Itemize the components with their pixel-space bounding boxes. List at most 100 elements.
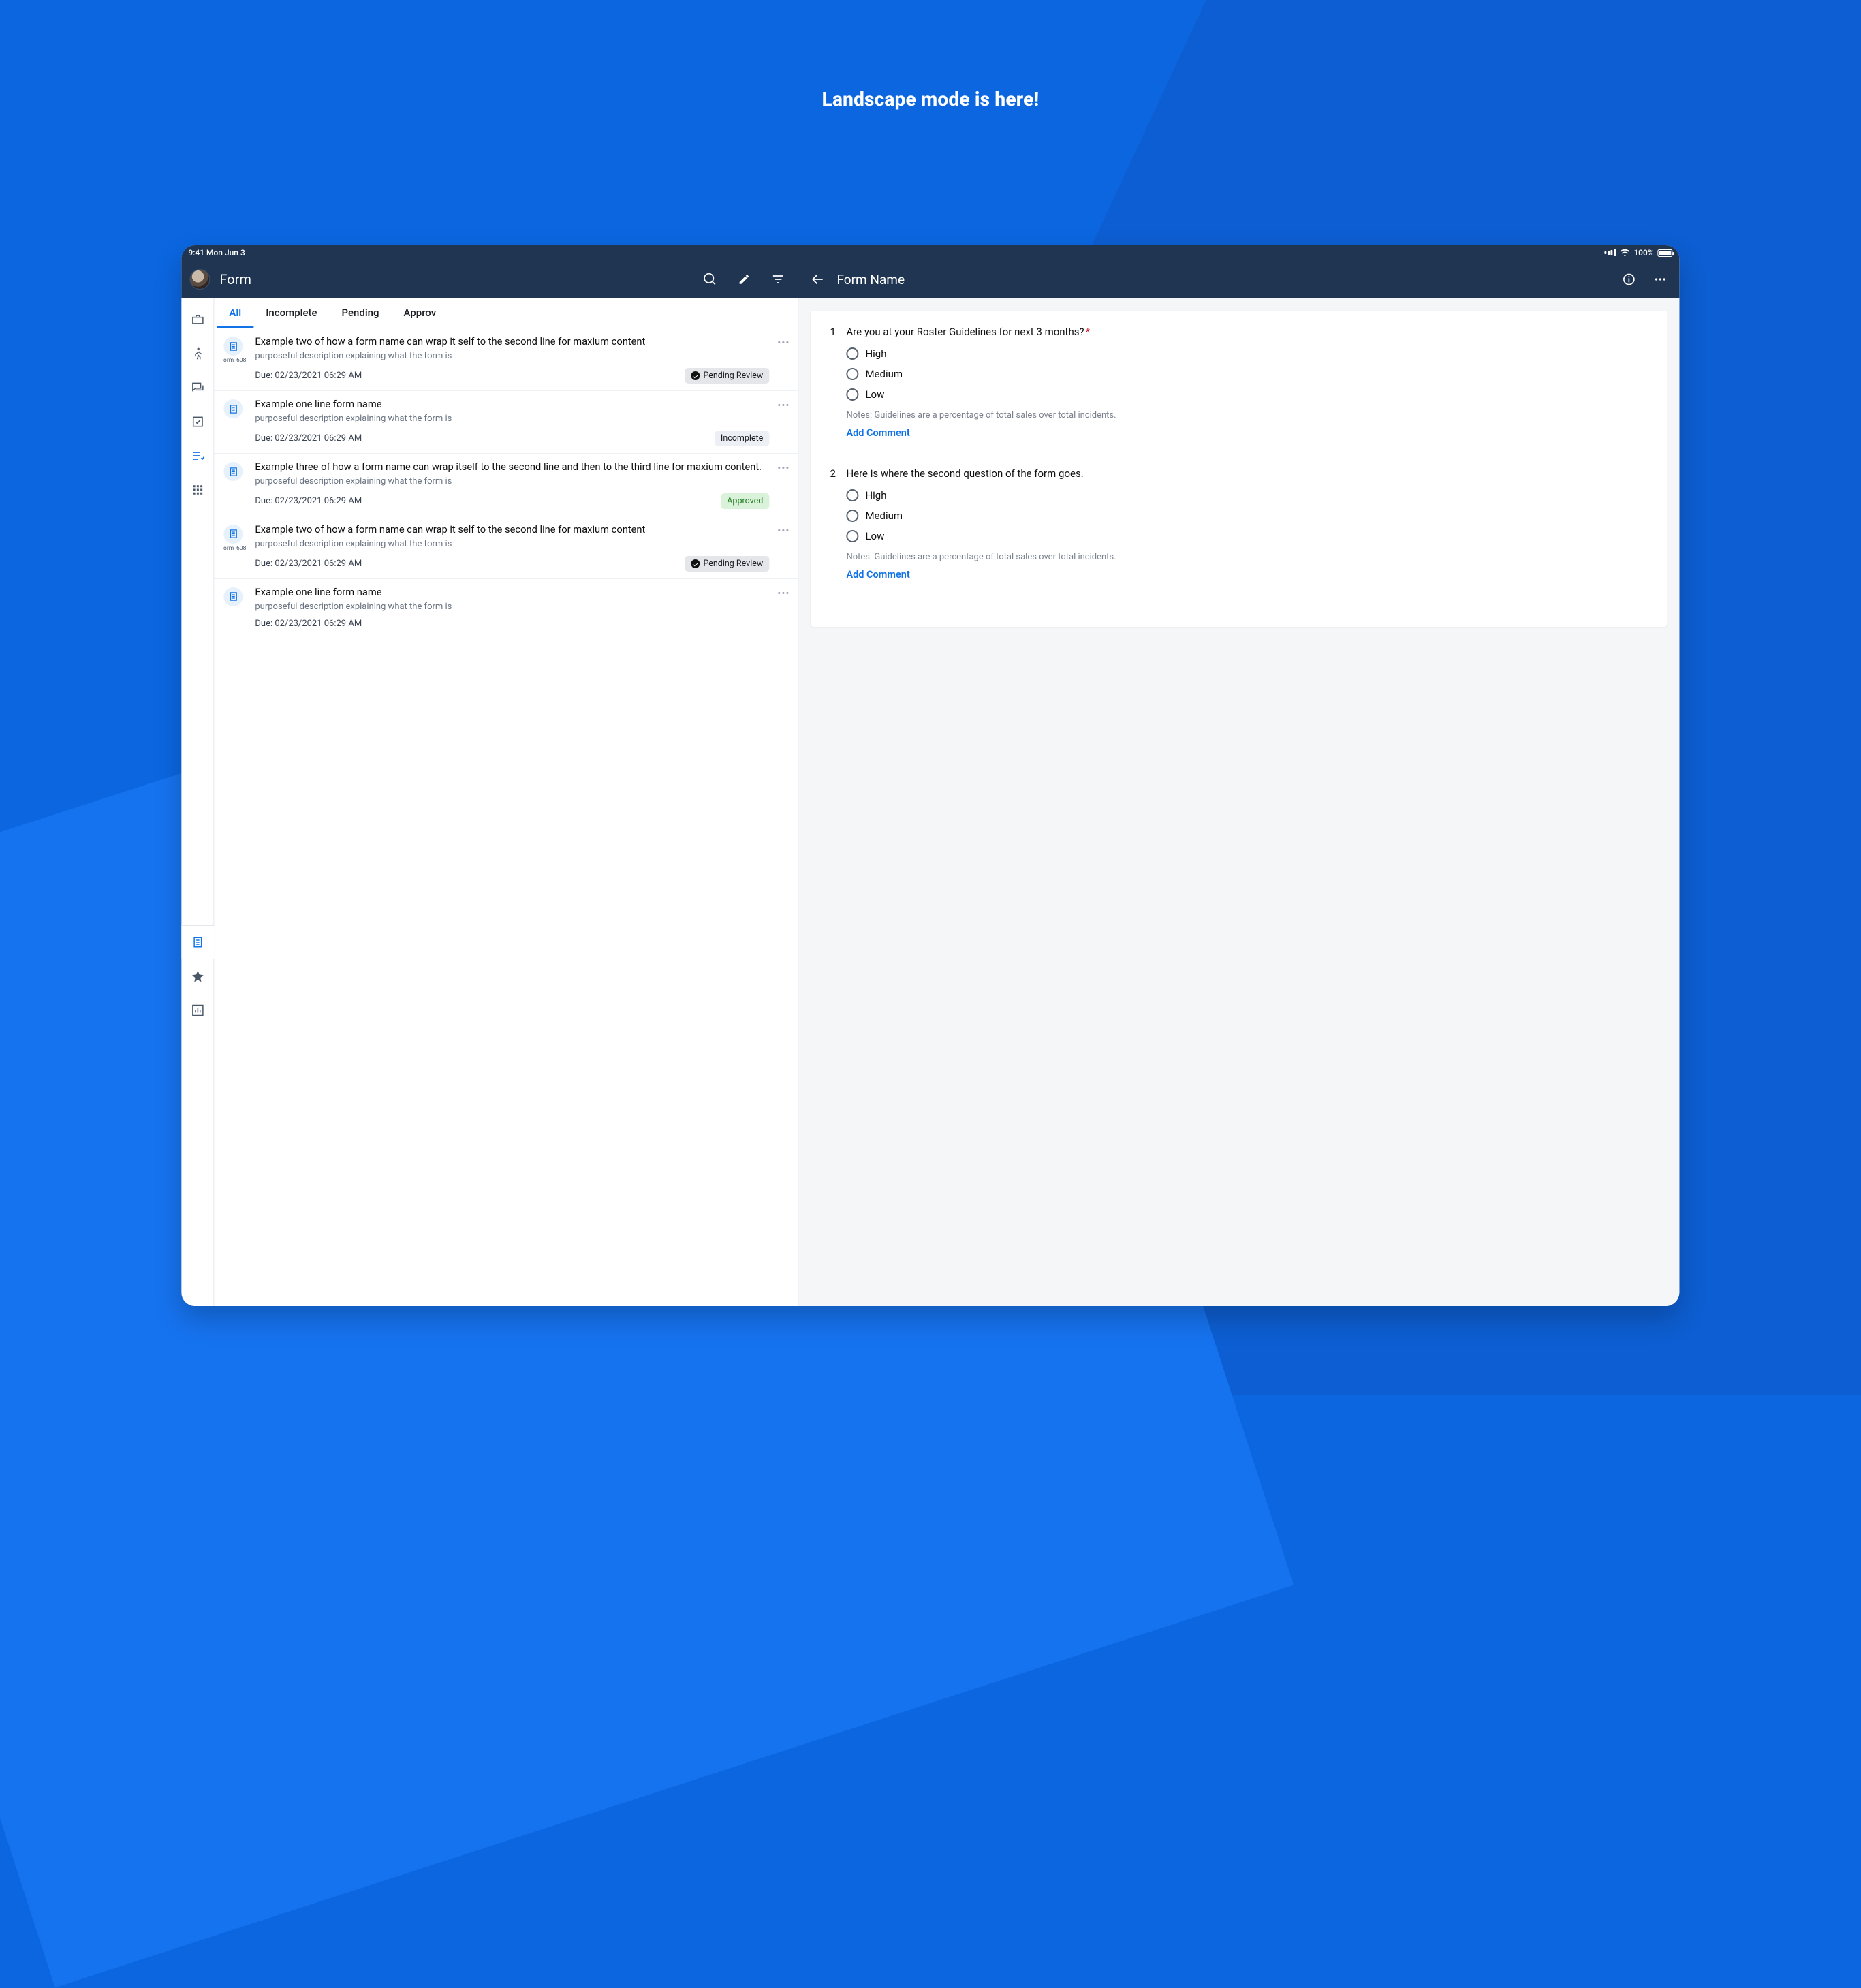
question-block: 2Here is where the second question of th…	[830, 467, 1648, 580]
rail-walk[interactable]	[181, 337, 214, 371]
form-list-item[interactable]: Form_608 Example two of how a form name c…	[214, 328, 798, 391]
option-label: Low	[865, 530, 884, 542]
status-label: Incomplete	[721, 433, 763, 444]
form-description: purposeful description explaining what t…	[255, 476, 769, 486]
battery-percent: 100%	[1633, 248, 1653, 258]
info-icon[interactable]	[1617, 267, 1642, 292]
rail-star[interactable]	[181, 959, 214, 993]
form-list: Form_608 Example two of how a form name c…	[214, 328, 798, 1305]
form-description: purposeful description explaining what t…	[255, 602, 769, 612]
option-label: High	[865, 347, 886, 360]
radio-option[interactable]: Low	[846, 388, 1648, 401]
radio-icon	[846, 530, 858, 542]
option-label: Medium	[865, 510, 903, 522]
signal-icon	[1604, 249, 1616, 256]
form-id: Form_608	[217, 357, 249, 364]
detail-title: Form Name	[836, 272, 905, 288]
question-card: 1 Are you at your Roster Guidelines for n…	[811, 311, 1667, 627]
rail-briefcase[interactable]	[181, 302, 214, 337]
form-list-item[interactable]: Form_608 Example two of how a form name c…	[214, 516, 798, 579]
question-notes: Notes: Guidelines are a percentage of to…	[830, 410, 1648, 420]
form-id: Form_608	[217, 545, 249, 552]
rail-chart[interactable]	[181, 993, 214, 1027]
radio-icon	[846, 368, 858, 380]
status-badge: Approved	[721, 493, 769, 509]
row-overflow-icon[interactable]: •••	[775, 461, 792, 476]
form-description: purposeful description explaining what t…	[255, 351, 769, 361]
app-bar: Form Form Name	[181, 260, 1679, 298]
rail-tasks[interactable]	[181, 439, 214, 473]
row-overflow-icon[interactable]: •••	[775, 398, 792, 413]
avatar[interactable]	[189, 269, 210, 290]
tab-all[interactable]: All	[217, 298, 253, 328]
edit-icon[interactable]	[732, 267, 756, 292]
status-label: Pending Review	[703, 559, 763, 569]
rail-chat[interactable]	[181, 371, 214, 405]
form-due: Due: 02/23/2021 06:29 AM	[255, 433, 362, 444]
required-indicator: *	[1086, 326, 1090, 338]
add-comment-link[interactable]: Add Comment	[830, 427, 1648, 439]
tab-pending[interactable]: Pending	[330, 298, 392, 328]
form-title: Example one line form name	[255, 586, 769, 599]
form-due: Due: 02/23/2021 06:29 AM	[255, 559, 362, 569]
radio-option[interactable]: Low	[846, 530, 1648, 542]
tab-incomplete[interactable]: Incomplete	[253, 298, 329, 328]
row-overflow-icon[interactable]: •••	[775, 335, 792, 350]
radio-option[interactable]: High	[846, 489, 1648, 501]
overflow-icon[interactable]	[1648, 267, 1673, 292]
search-icon[interactable]	[698, 267, 722, 292]
wifi-icon	[1620, 249, 1629, 257]
back-icon[interactable]	[805, 267, 830, 292]
status-badge: Pending Review	[685, 556, 769, 572]
side-rail	[181, 298, 214, 1305]
form-description: purposeful description explaining what t…	[255, 414, 769, 424]
status-badge: Incomplete	[715, 431, 769, 446]
form-title: Example one line form name	[255, 398, 769, 411]
form-title: Example two of how a form name can wrap …	[255, 335, 769, 348]
radio-option[interactable]: High	[846, 347, 1648, 360]
form-due: Due: 02/23/2021 06:29 AM	[255, 619, 362, 629]
document-icon	[223, 587, 243, 606]
tab-approv[interactable]: Approv	[392, 298, 449, 328]
form-due: Due: 02/23/2021 06:29 AM	[255, 371, 362, 381]
tablet-frame: 9:41 Mon Jun 3 100% Form	[181, 245, 1679, 1305]
question-notes: Notes: Guidelines are a percentage of to…	[830, 552, 1648, 562]
form-list-item[interactable]: Example three of how a form name can wra…	[214, 454, 798, 516]
form-list-panel: AllIncompletePendingApprov Form_608Examp…	[214, 298, 798, 1305]
status-bar: 9:41 Mon Jun 3 100%	[181, 245, 1679, 260]
add-comment-link[interactable]: Add Comment	[830, 569, 1648, 580]
status-label: Approved	[727, 496, 763, 506]
question-block: 1 Are you at your Roster Guidelines for n…	[830, 326, 1648, 439]
document-icon	[223, 525, 243, 544]
radio-option[interactable]: Medium	[846, 510, 1648, 522]
filter-icon[interactable]	[766, 267, 790, 292]
row-overflow-icon[interactable]: •••	[775, 586, 792, 601]
battery-icon	[1658, 249, 1673, 257]
radio-icon	[846, 510, 858, 522]
question-number: 1	[830, 326, 839, 338]
form-list-item[interactable]: Example one line form name purposeful des…	[214, 579, 798, 636]
question-number: 2	[830, 467, 839, 480]
check-circle-icon	[691, 371, 700, 380]
form-title: Example two of how a form name can wrap …	[255, 523, 769, 536]
question-text: Are you at your Roster Guidelines for ne…	[846, 326, 1090, 338]
rail-document[interactable]	[181, 925, 214, 959]
form-due: Due: 02/23/2021 06:29 AM	[255, 496, 362, 506]
hero-heading: Landscape mode is here!	[0, 88, 1861, 110]
status-label: Pending Review	[703, 371, 763, 381]
check-circle-icon	[691, 559, 700, 568]
radio-icon	[846, 347, 858, 360]
form-list-item[interactable]: Example one line form name purposeful des…	[214, 391, 798, 454]
status-badge: Pending Review	[685, 368, 769, 384]
rail-apps[interactable]	[181, 473, 214, 507]
document-icon	[223, 399, 243, 418]
radio-option[interactable]: Medium	[846, 368, 1648, 380]
document-icon	[223, 462, 243, 481]
status-time: 9:41 Mon Jun 3	[188, 248, 245, 258]
option-label: High	[865, 489, 886, 501]
option-label: Medium	[865, 368, 903, 380]
row-overflow-icon[interactable]: •••	[775, 523, 792, 538]
option-label: Low	[865, 388, 884, 401]
tabs: AllIncompletePendingApprov	[214, 298, 798, 328]
rail-checkbox[interactable]	[181, 405, 214, 439]
